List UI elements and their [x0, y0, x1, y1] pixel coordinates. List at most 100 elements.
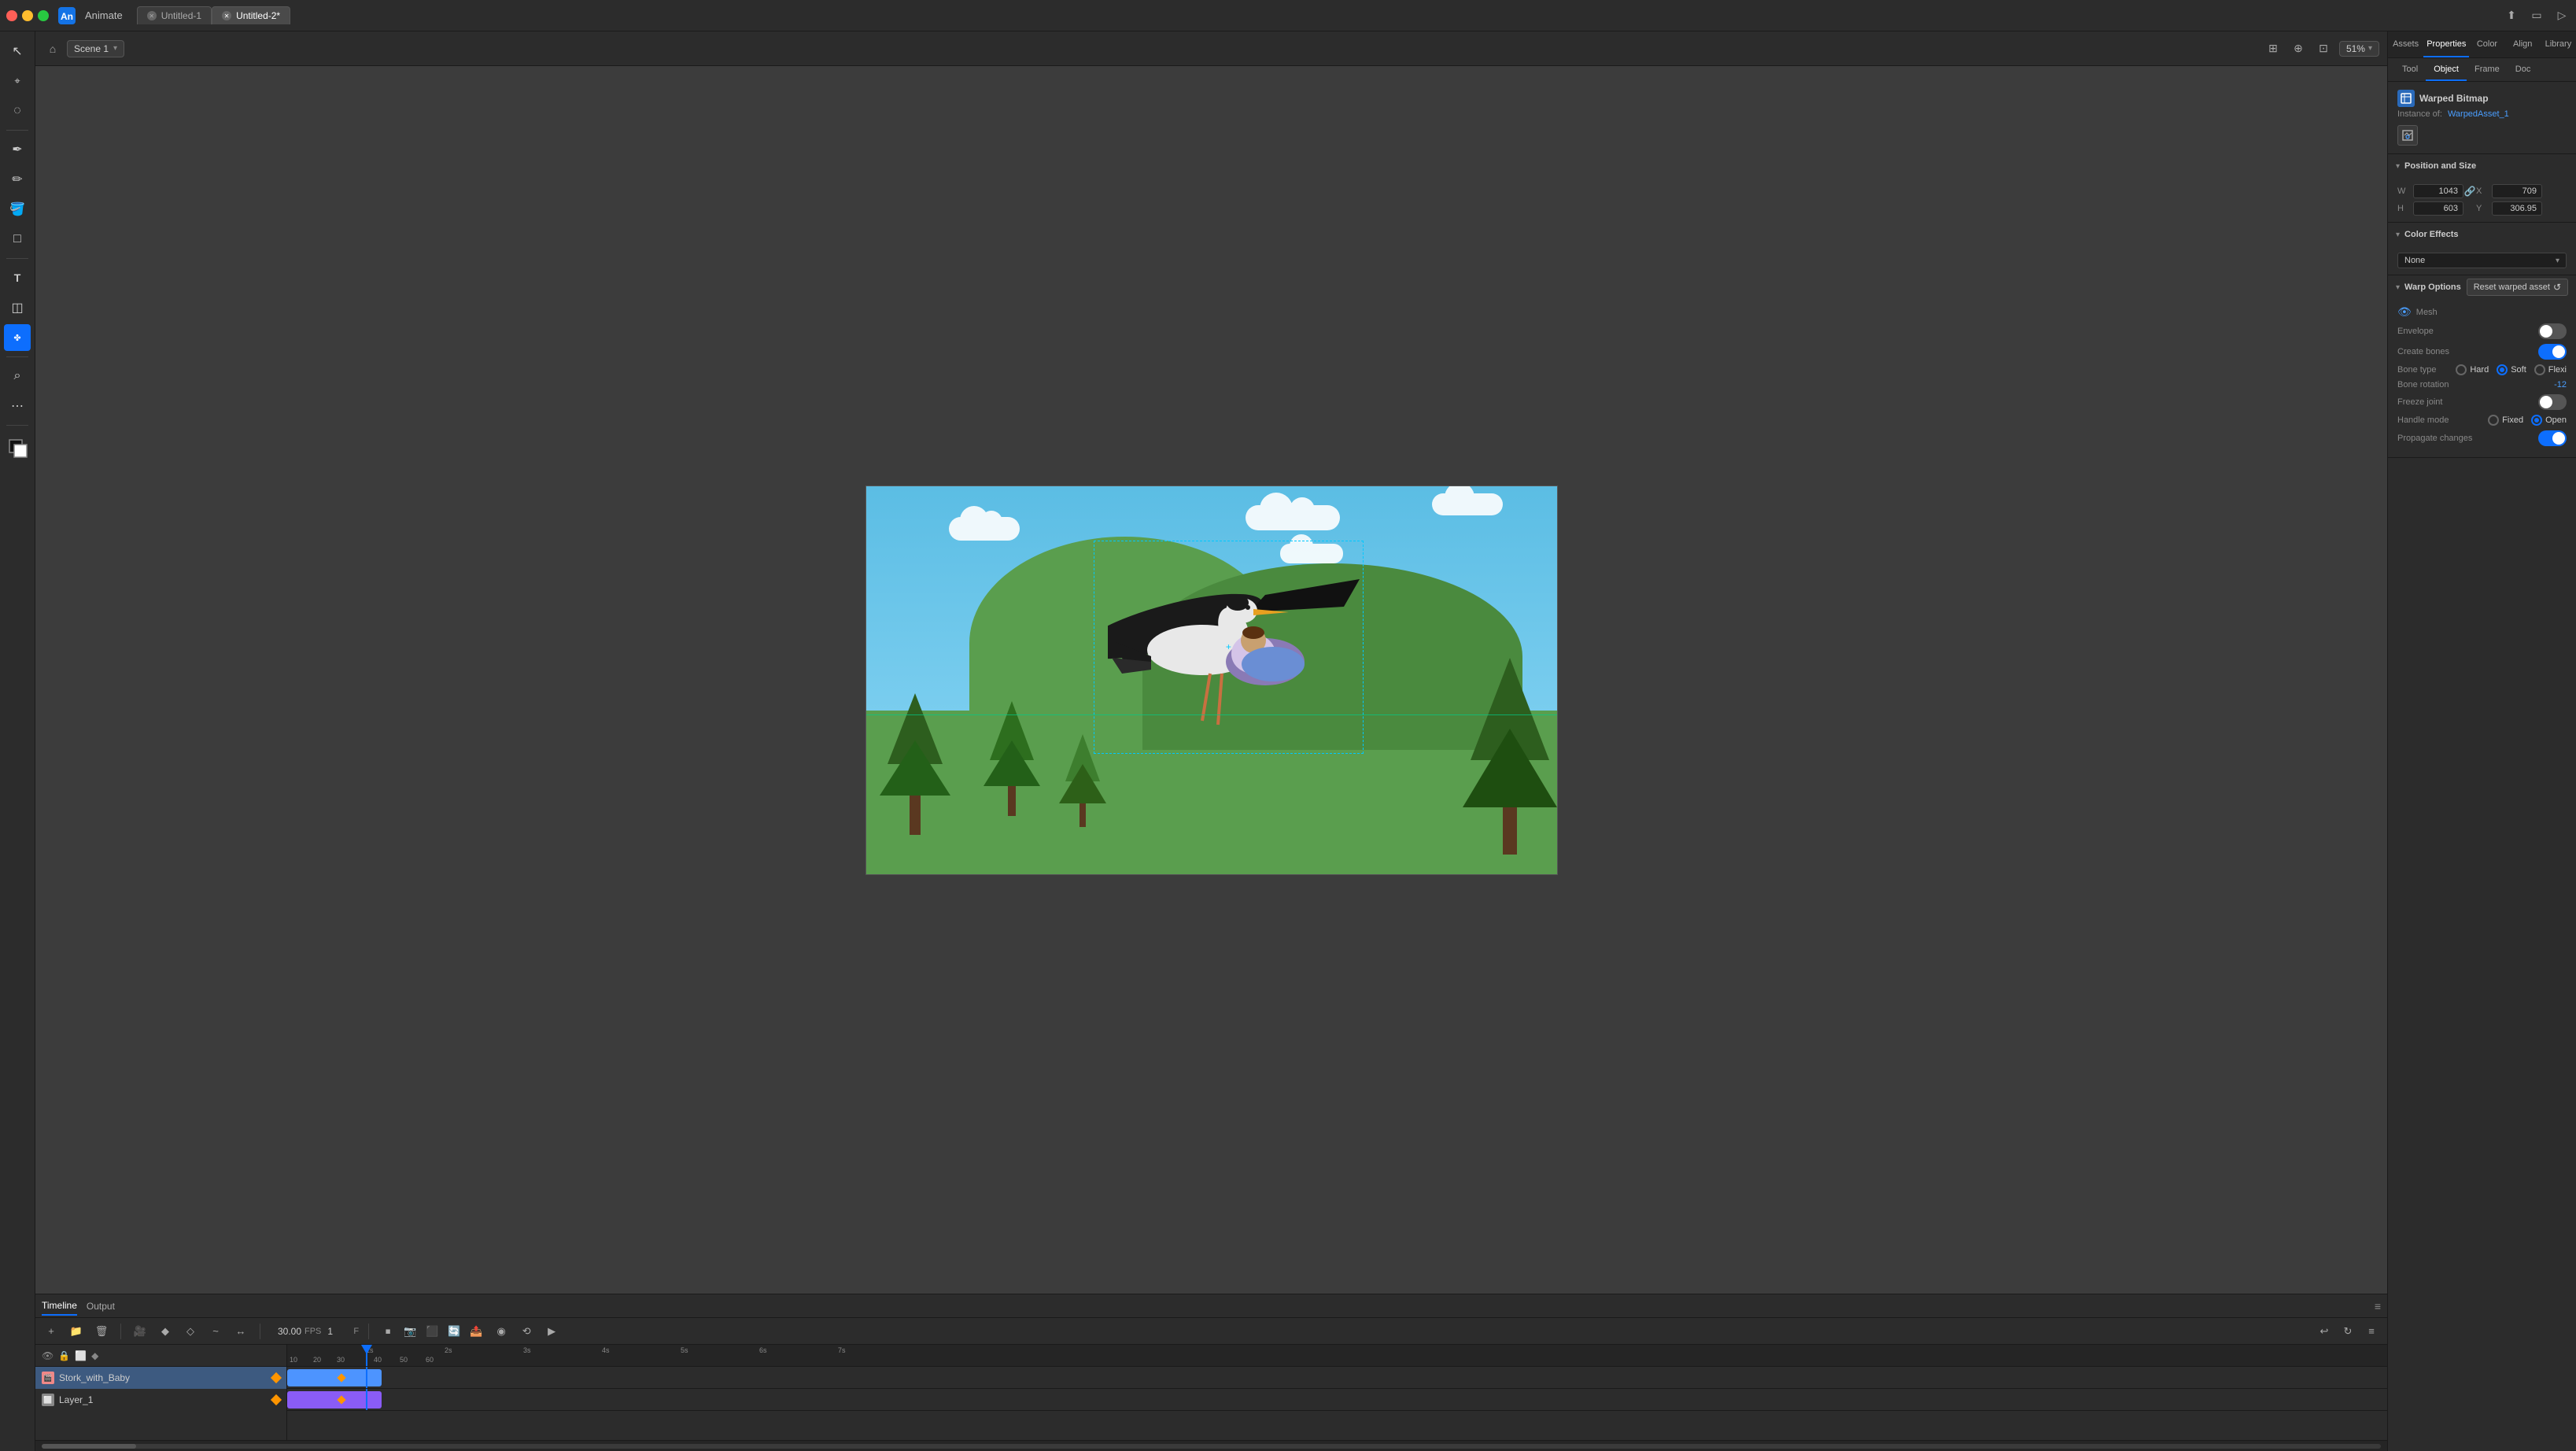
lasso-tool[interactable]: ◌: [4, 98, 31, 124]
create-bones-label: Create bones: [2397, 347, 2538, 356]
delete-button[interactable]: 🗑: [92, 1322, 111, 1341]
color-effects-dropdown[interactable]: None ▾: [2397, 253, 2567, 268]
play-icon[interactable]: ▷: [2554, 8, 2570, 24]
subtab-frame[interactable]: Frame: [2467, 58, 2508, 81]
tab-properties[interactable]: Properties: [2423, 31, 2469, 57]
h-input[interactable]: [2413, 201, 2463, 216]
pencil-tool[interactable]: ✏: [4, 166, 31, 193]
tab-library[interactable]: Library: [2541, 31, 2576, 57]
minimize-button[interactable]: [22, 10, 33, 21]
motion-tween-button[interactable]: ↔: [231, 1322, 250, 1341]
pen-tool[interactable]: ✒: [4, 136, 31, 163]
tab-timeline[interactable]: Timeline: [42, 1297, 77, 1316]
close-button[interactable]: [6, 10, 17, 21]
onion-skin-button[interactable]: ◉: [492, 1322, 511, 1341]
scene-selector[interactable]: Scene 1 ▾: [67, 40, 124, 57]
add-layer-button[interactable]: +: [42, 1322, 61, 1341]
play-button[interactable]: ▶: [542, 1322, 561, 1341]
timeline-menu-icon[interactable]: ≡: [2375, 1300, 2381, 1313]
radio-flexi[interactable]: Flexi: [2534, 364, 2567, 375]
tab-output[interactable]: Output: [87, 1298, 115, 1315]
w-input[interactable]: [2413, 184, 2463, 198]
tab-close-untitled1[interactable]: ✕: [147, 11, 157, 20]
bone-tool[interactable]: ✤: [4, 324, 31, 351]
section-header-position[interactable]: ▾ Position and Size: [2388, 154, 2576, 178]
shape-tool[interactable]: □: [4, 226, 31, 253]
canvas-area[interactable]: +: [35, 66, 2387, 1294]
snap-button[interactable]: 📷: [400, 1322, 419, 1341]
tab-untitled2[interactable]: ✕ Untitled-2*: [212, 6, 290, 24]
radio-soft[interactable]: Soft: [2497, 364, 2526, 375]
radio-label-open: Open: [2545, 415, 2567, 425]
clip-layer1[interactable]: [287, 1391, 382, 1409]
reset-warped-asset-button[interactable]: Reset warped asset ↺: [2467, 279, 2568, 296]
radio-open[interactable]: Open: [2531, 415, 2567, 426]
section-header-color[interactable]: ▾ Color Effects: [2388, 223, 2576, 246]
frame-input[interactable]: [327, 1326, 351, 1337]
time-mark-6s: 6s: [759, 1346, 767, 1354]
more-tools[interactable]: ⋯: [4, 393, 31, 419]
center-area: ⌂ Scene 1 ▾ ⊞ ⊕ ⊡ 51% ▾: [35, 31, 2387, 1451]
text-tool[interactable]: T: [4, 264, 31, 291]
subtab-doc[interactable]: Doc: [2508, 58, 2539, 81]
stop-button[interactable]: ⏹: [378, 1322, 397, 1341]
options-button[interactable]: ≡: [2362, 1322, 2381, 1341]
layer-row-stork[interactable]: 🎬 Stork_with_Baby: [35, 1367, 286, 1389]
blank-keyframe-button[interactable]: ◇: [181, 1322, 200, 1341]
playhead-layer1: [366, 1389, 367, 1410]
clip-stork[interactable]: [287, 1369, 382, 1386]
folder-button[interactable]: 📁: [67, 1322, 86, 1341]
undo-button[interactable]: ↩: [2315, 1322, 2334, 1341]
redo-button[interactable]: ↻: [2338, 1322, 2357, 1341]
envelope-toggle[interactable]: [2538, 323, 2567, 339]
tab-align[interactable]: Align: [2505, 31, 2541, 57]
clip-button[interactable]: ⬛: [423, 1322, 441, 1341]
radio-hard[interactable]: Hard: [2456, 364, 2489, 375]
camera-button[interactable]: 🎥: [131, 1322, 149, 1341]
radio-circle-flexi: [2534, 364, 2545, 375]
layer-row-layer1[interactable]: ⬜ Layer_1: [35, 1389, 286, 1411]
share-icon[interactable]: ⬆: [2504, 8, 2519, 24]
maximize-button[interactable]: [38, 10, 49, 21]
grid-icon[interactable]: ⊞: [2264, 39, 2283, 58]
loop-button[interactable]: 🔄: [445, 1322, 463, 1341]
radio-fixed[interactable]: Fixed: [2488, 415, 2523, 426]
tween-button[interactable]: ~: [206, 1322, 225, 1341]
tab-untitled1[interactable]: ✕ Untitled-1: [137, 6, 212, 24]
fps-input[interactable]: [270, 1326, 301, 1337]
create-bones-toggle[interactable]: [2538, 344, 2567, 360]
subtab-tool[interactable]: Tool: [2394, 58, 2426, 81]
propagate-changes-toggle[interactable]: [2538, 430, 2567, 446]
stroke-fill[interactable]: [4, 434, 31, 461]
export-button[interactable]: 📤: [467, 1322, 485, 1341]
tab-close-untitled2[interactable]: ✕: [222, 11, 231, 20]
lock-header-icon: 🔒: [58, 1350, 70, 1361]
subtab-object[interactable]: Object: [2426, 58, 2467, 81]
rewind-button[interactable]: ⟲: [517, 1322, 536, 1341]
envelope-row: Envelope: [2397, 323, 2567, 339]
tab-color[interactable]: Color: [2469, 31, 2504, 57]
zoom-tool[interactable]: ⌕: [4, 363, 31, 390]
gradient-tool[interactable]: ◫: [4, 294, 31, 321]
subselect-tool[interactable]: ⌖: [4, 68, 31, 94]
timeline-scrollbar[interactable]: [35, 1440, 2387, 1451]
y-input[interactable]: [2492, 201, 2542, 216]
section-header-warp[interactable]: ▾ Warp Options Reset warped asset ↺: [2388, 275, 2576, 299]
window-icon[interactable]: ▭: [2529, 8, 2545, 24]
keyframe-button[interactable]: ◆: [156, 1322, 175, 1341]
x-input[interactable]: [2492, 184, 2542, 198]
scrollbar-track[interactable]: [42, 1444, 2381, 1449]
scrollbar-thumb[interactable]: [42, 1444, 136, 1449]
paintbucket-tool[interactable]: 🪣: [4, 196, 31, 223]
home-icon[interactable]: ⌂: [43, 39, 62, 58]
snap-icon[interactable]: ⊕: [2289, 39, 2308, 58]
freeze-joint-toggle[interactable]: [2538, 394, 2567, 410]
tab-assets[interactable]: Assets: [2388, 31, 2423, 57]
edit-bitmap-button[interactable]: [2397, 125, 2418, 146]
select-tool[interactable]: ↖: [4, 38, 31, 65]
bone-type-row: Bone type Hard Soft: [2397, 364, 2567, 375]
sub-tabs: Tool Object Frame Doc: [2388, 58, 2576, 82]
ruler-icon[interactable]: ⊡: [2314, 39, 2333, 58]
bone-rotation-value: -12: [2554, 380, 2567, 390]
link-wh-icon[interactable]: 🔗: [2467, 186, 2473, 197]
